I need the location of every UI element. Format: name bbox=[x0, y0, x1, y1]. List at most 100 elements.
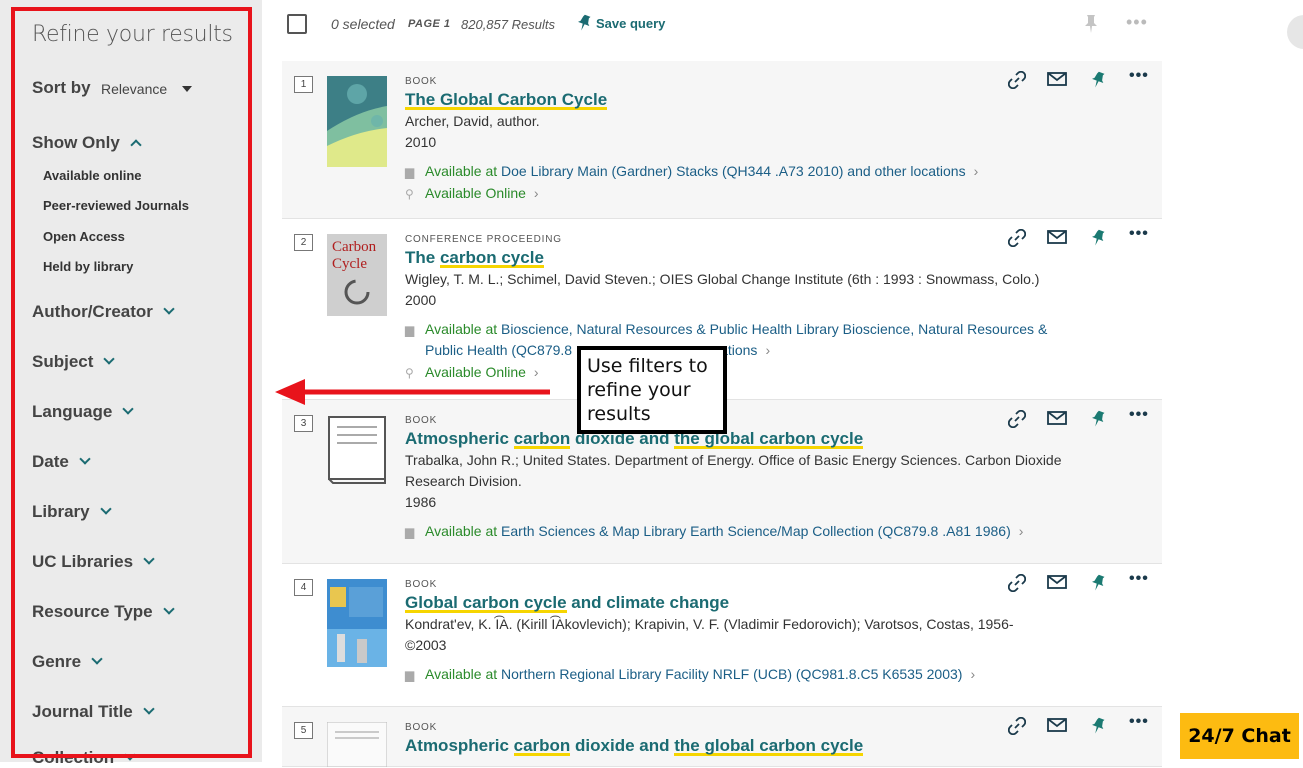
link-icon: ⚲ bbox=[405, 187, 414, 201]
book-placeholder-icon[interactable] bbox=[327, 415, 387, 485]
facet-subject[interactable]: Subject bbox=[32, 352, 116, 372]
title-segment: and climate change bbox=[566, 593, 730, 612]
book-icon: ▆ bbox=[405, 668, 415, 682]
results-count: 820,857 Results bbox=[461, 17, 555, 32]
sort-select[interactable]: Relevance bbox=[101, 81, 167, 97]
email-icon[interactable] bbox=[1047, 410, 1067, 426]
pin-icon[interactable] bbox=[1090, 71, 1106, 89]
result-type: BOOK bbox=[405, 76, 438, 87]
result-actions: ••• bbox=[1004, 67, 1148, 95]
result-number: 3 bbox=[294, 415, 313, 432]
permalink-icon[interactable] bbox=[1008, 574, 1026, 592]
book-cover-thumbnail[interactable]: Carbon Cycle bbox=[327, 234, 387, 316]
title-segment: the global carbon cycle bbox=[674, 736, 864, 756]
title-segment: The Global Carbon Cycle bbox=[405, 90, 608, 110]
result-number: 5 bbox=[294, 722, 313, 739]
pin-icon[interactable] bbox=[1083, 14, 1099, 39]
book-cover-thumbnail[interactable] bbox=[327, 76, 387, 167]
result-title-link[interactable]: The Global Carbon Cycle bbox=[405, 90, 608, 110]
permalink-icon[interactable] bbox=[1008, 229, 1026, 247]
chevron-down-icon bbox=[103, 353, 116, 365]
book-cover-thumbnail[interactable] bbox=[327, 579, 387, 667]
pin-icon[interactable] bbox=[1090, 717, 1106, 735]
chat-button[interactable]: 24/7 Chat bbox=[1180, 713, 1299, 759]
more-options-icon[interactable]: ••• bbox=[1129, 225, 1149, 243]
save-query-button[interactable]: Save query bbox=[576, 14, 665, 32]
filter-open-access[interactable]: Open Access bbox=[43, 229, 125, 244]
pin-icon[interactable] bbox=[1090, 229, 1106, 247]
availability-prefix: Available Online bbox=[425, 185, 526, 201]
filter-available-online[interactable]: Available online bbox=[43, 168, 142, 183]
availability-link[interactable]: ▆ Available at Bioscience, Natural Resour… bbox=[405, 321, 1047, 337]
result-card[interactable]: 5 BOOK Atmospheric carbon dioxide and th… bbox=[282, 707, 1162, 767]
availability-prefix: Available at bbox=[425, 666, 498, 682]
more-options-icon[interactable]: ••• bbox=[1129, 67, 1149, 85]
svg-text:Cycle: Cycle bbox=[332, 256, 367, 272]
facet-language[interactable]: Language bbox=[32, 402, 134, 422]
result-actions: ••• bbox=[1004, 406, 1148, 434]
chevron-up-icon bbox=[130, 139, 142, 151]
facet-collection[interactable]: Collection bbox=[32, 748, 136, 768]
result-card[interactable]: 4 BOOK Global carbon cycle and climate c… bbox=[282, 564, 1162, 707]
result-title-link[interactable]: The carbon cycle bbox=[405, 248, 544, 268]
result-title-link[interactable]: Global carbon cycle and climate change bbox=[405, 593, 729, 613]
permalink-icon[interactable] bbox=[1008, 410, 1026, 428]
filter-peer-reviewed[interactable]: Peer-reviewed Journals bbox=[43, 198, 189, 213]
facet-show-only[interactable]: Show Only bbox=[32, 133, 142, 153]
sort-caret-icon[interactable] bbox=[182, 86, 192, 92]
refine-sidebar: Refine your results Sort by Relevance Sh… bbox=[0, 0, 262, 767]
facet-resource-type[interactable]: Resource Type bbox=[32, 602, 175, 622]
filter-held-by-library[interactable]: Held by library bbox=[43, 259, 133, 274]
result-year: ©2003 bbox=[405, 637, 447, 653]
save-query-label: Save query bbox=[596, 16, 666, 31]
chevron-down-icon bbox=[91, 653, 103, 665]
chevron-right-icon: › bbox=[533, 185, 539, 201]
result-authors-continued: Research Division. bbox=[405, 473, 522, 489]
email-icon[interactable] bbox=[1047, 71, 1067, 87]
result-actions: ••• bbox=[1004, 713, 1148, 741]
facet-author-creator[interactable]: Author/Creator bbox=[32, 302, 175, 322]
collapse-button[interactable] bbox=[1287, 15, 1303, 49]
chevron-down-icon bbox=[163, 303, 175, 315]
facet-library[interactable]: Library bbox=[32, 502, 112, 522]
facet-date[interactable]: Date bbox=[32, 452, 91, 472]
facet-journal-title[interactable]: Journal Title bbox=[32, 702, 155, 722]
facet-label: Language bbox=[32, 402, 113, 421]
title-segment: carbon bbox=[513, 429, 571, 449]
result-authors: Trabalka, John R.; United States. Depart… bbox=[405, 452, 1062, 468]
result-type: CONFERENCE PROCEEDING bbox=[405, 234, 562, 245]
availability-location: Bioscience, Natural Resources & Public H… bbox=[501, 321, 1048, 337]
pin-icon[interactable] bbox=[1090, 574, 1106, 592]
facet-genre[interactable]: Genre bbox=[32, 652, 103, 672]
permalink-icon[interactable] bbox=[1008, 71, 1026, 89]
book-cover-thumbnail[interactable] bbox=[327, 722, 387, 767]
select-all-checkbox[interactable] bbox=[287, 14, 307, 34]
permalink-icon[interactable] bbox=[1008, 717, 1026, 735]
title-segment: dioxide and bbox=[570, 736, 675, 755]
result-type: BOOK bbox=[405, 579, 438, 590]
more-options-icon[interactable]: ••• bbox=[1126, 12, 1148, 33]
more-options-icon[interactable]: ••• bbox=[1129, 570, 1149, 588]
availability-location: Doe Library Main (Gardner) Stacks (QH344… bbox=[501, 163, 966, 179]
facet-label: Date bbox=[32, 452, 69, 471]
facet-uc-libraries[interactable]: UC Libraries bbox=[32, 552, 155, 572]
title-segment: Global carbon cycle bbox=[405, 593, 567, 613]
chevron-right-icon: › bbox=[970, 666, 976, 682]
email-icon[interactable] bbox=[1047, 717, 1067, 733]
more-options-icon[interactable]: ••• bbox=[1129, 406, 1149, 424]
chevron-down-icon bbox=[143, 703, 155, 715]
book-icon: ▆ bbox=[405, 323, 415, 337]
result-card[interactable]: 1 BOOK The Global Carbon Cycle Archer, D… bbox=[282, 61, 1162, 219]
pin-icon[interactable] bbox=[1090, 410, 1106, 428]
result-title-link[interactable]: Atmospheric carbon dioxide and the globa… bbox=[405, 736, 864, 756]
email-icon[interactable] bbox=[1047, 229, 1067, 245]
available-online-link[interactable]: ⚲ Available Online › bbox=[405, 185, 539, 201]
email-icon[interactable] bbox=[1047, 574, 1067, 590]
availability-link[interactable]: ▆ Available at Northern Regional Library … bbox=[405, 666, 975, 682]
availability-link[interactable]: ▆ Available at Earth Sciences & Map Libra… bbox=[405, 523, 1023, 539]
availability-link[interactable]: ▆ Available at Doe Library Main (Gardner)… bbox=[405, 163, 978, 179]
more-options-icon[interactable]: ••• bbox=[1129, 713, 1149, 731]
chevron-down-icon bbox=[124, 749, 136, 761]
availability-prefix: Available at bbox=[425, 523, 498, 539]
facet-label: UC Libraries bbox=[32, 552, 134, 571]
